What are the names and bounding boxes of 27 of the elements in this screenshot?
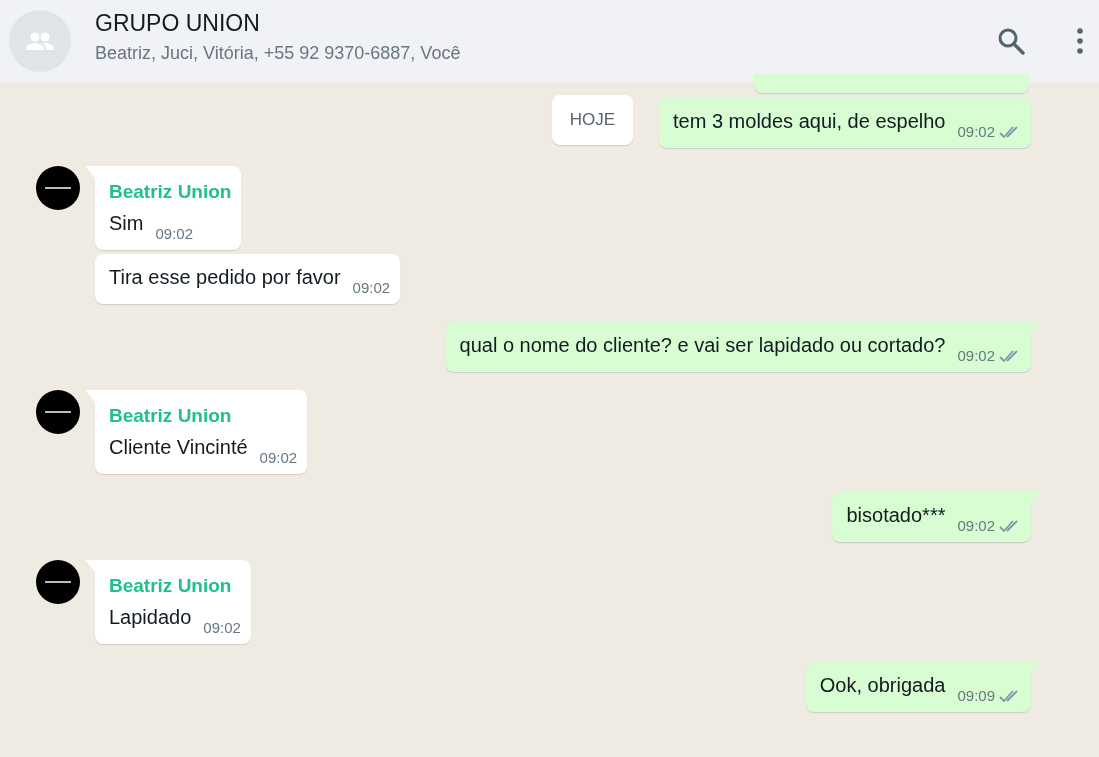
message-time: 09:02 [352,279,391,297]
message-text: bisotado*** [846,503,946,528]
message-time: 09:02 [957,123,995,141]
message-text: Cliente Vincinté [109,435,248,460]
menu-icon[interactable] [1077,28,1083,54]
sender-name: Beatriz Union [109,575,233,597]
avatar [36,166,80,210]
avatar [36,560,80,604]
message-time: 09:02 [203,619,241,637]
message-time: 09:02 [155,225,193,243]
group-name: GRUPO UNION [95,10,261,37]
sender-name: Beatriz Union [109,405,233,427]
search-icon[interactable] [997,27,1025,55]
sender-name: Beatriz Union [109,181,232,203]
group-members: Beatriz, Juci, Vitória, +55 92 9370-6887, Você [95,43,462,64]
message-text: qual o nome do cliente? e vai ser lapidado ou cortado? [459,333,946,358]
message-time: 09:02 [259,449,298,467]
message-time: 09:02 [957,347,995,365]
message-time: 09:09 [957,687,995,705]
date-chip: HOJE [551,95,634,145]
message-text: tem 3 moldes aqui, de espelho [673,109,946,134]
message-text: Lapidado [109,605,192,630]
message-text: Sim [109,211,144,236]
message-text: Ook, obrigada [819,673,946,698]
avatar [36,390,80,434]
message-time: 09:02 [957,517,995,535]
message-text: Tira esse pedido por favor [109,265,341,290]
